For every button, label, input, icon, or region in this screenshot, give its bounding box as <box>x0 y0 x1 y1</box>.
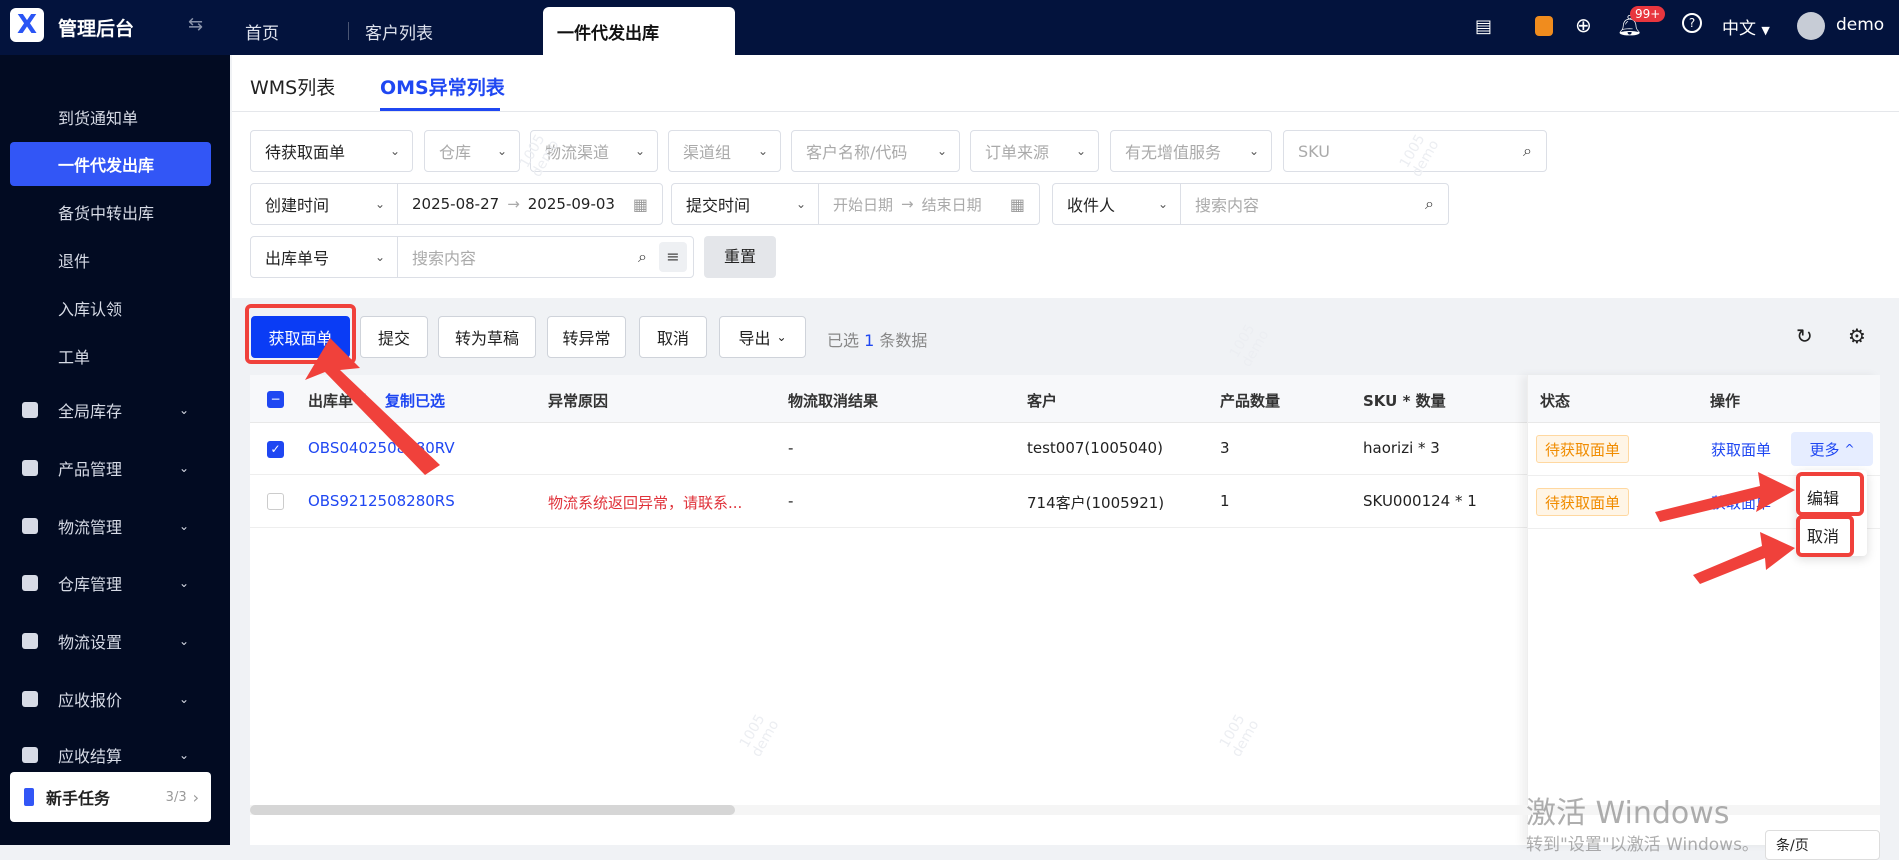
arrow-to-edit <box>1655 472 1795 522</box>
arrow-to-get-label <box>305 338 440 475</box>
annotation-arrows <box>305 338 1795 584</box>
arrow-to-cancel <box>1693 532 1795 584</box>
